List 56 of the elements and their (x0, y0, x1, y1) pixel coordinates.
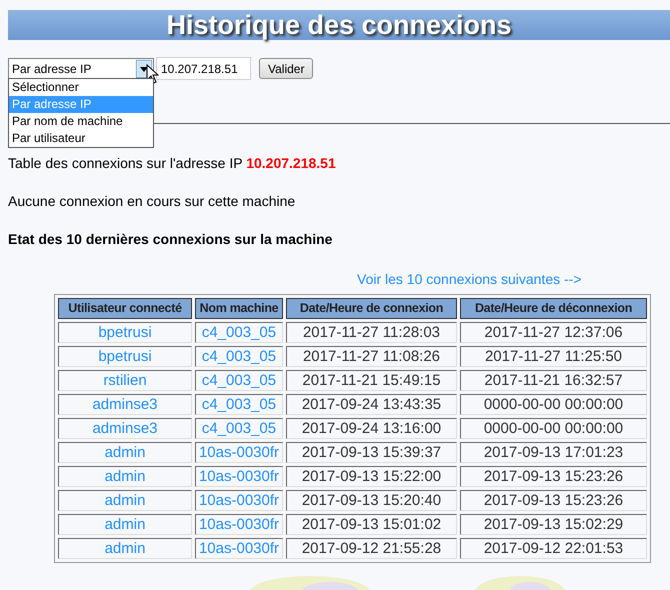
machine-link[interactable]: c4_003_05 (195, 418, 283, 439)
table-cell: 2017-09-24 13:16:00 (286, 418, 457, 439)
user-link[interactable]: admin (58, 490, 192, 511)
summary-text: Table des connexions sur l'adresse IP 10.207.218.51 (8, 154, 337, 173)
table-cell: 2017-09-13 15:22:00 (286, 466, 457, 487)
section-heading: Etat des 10 dernières connexions sur la machine (8, 230, 334, 249)
user-link[interactable]: admin (58, 442, 192, 463)
machine-link[interactable]: 10as-0030fr (195, 538, 283, 559)
dropdown-option[interactable]: Par adresse IP (9, 96, 153, 113)
table-cell: 2017-11-27 11:28:03 (286, 322, 457, 343)
table-cell: 2017-11-27 11:25:50 (460, 346, 647, 367)
table-cell: 0000-00-00 00:00:00 (460, 418, 647, 439)
table-cell: 2017-11-21 15:49:15 (286, 370, 457, 391)
ip-input-field[interactable]: 10.207.218.51 (156, 57, 251, 80)
table-cell: 2017-09-13 15:23:26 (460, 466, 647, 487)
dropdown-option[interactable]: Par utilisateur (9, 130, 153, 147)
table-cell: 2017-09-24 13:43:35 (286, 394, 457, 415)
table-cell: 0000-00-00 00:00:00 (460, 394, 647, 415)
table-cell: 2017-09-13 15:20:40 (286, 490, 457, 511)
table-cell: 2017-09-12 21:55:28 (286, 538, 457, 559)
table-cell: 2017-11-27 12:37:06 (460, 322, 647, 343)
next-connections-link[interactable]: Voir les 10 connexions suivantes --> (357, 271, 582, 287)
user-link[interactable]: admin (58, 514, 192, 535)
dropdown-option[interactable]: Par nom de machine (9, 113, 153, 130)
user-link[interactable]: rstilien (58, 370, 192, 391)
user-link[interactable]: admin (58, 538, 192, 559)
table-cell: 2017-09-13 15:01:02 (286, 514, 457, 535)
column-header: Date/Heure de connexion (286, 298, 457, 319)
machine-link[interactable]: 10as-0030fr (195, 514, 283, 535)
machine-link[interactable]: c4_003_05 (195, 370, 283, 391)
table-cell: 2017-11-21 16:32:57 (460, 370, 647, 391)
dropdown-option[interactable]: Sélectionner (9, 79, 153, 96)
user-link[interactable]: bpetrusi (58, 346, 192, 367)
column-header: Nom machine (195, 298, 283, 319)
table-cell: 2017-11-27 11:08:26 (286, 346, 457, 367)
machine-link[interactable]: 10as-0030fr (195, 490, 283, 511)
machine-link[interactable]: c4_003_05 (195, 394, 283, 415)
column-header: Utilisateur connecté (58, 298, 192, 319)
page-title: Historique des connexions (8, 10, 670, 40)
column-header: Date/Heure de déconnexion (460, 298, 647, 319)
machine-link[interactable]: 10as-0030fr (195, 442, 283, 463)
table-cell: 2017-09-12 22:01:53 (460, 538, 647, 559)
table-cell: 2017-09-13 15:23:26 (460, 490, 647, 511)
search-mode-dropdown[interactable]: Par adresse IP (8, 58, 154, 80)
table-cell: 2017-09-13 17:01:23 (460, 442, 647, 463)
validate-button[interactable]: Valider (259, 58, 314, 79)
user-link[interactable]: admin (58, 466, 192, 487)
machine-link[interactable]: c4_003_05 (195, 346, 283, 367)
table-cell: 2017-09-13 15:02:29 (460, 514, 647, 535)
user-link[interactable]: bpetrusi (58, 322, 192, 343)
user-link[interactable]: adminse3 (58, 418, 192, 439)
machine-link[interactable]: 10as-0030fr (195, 466, 283, 487)
machine-link[interactable]: c4_003_05 (195, 322, 283, 343)
table-cell: 2017-09-13 15:39:37 (286, 442, 457, 463)
status-text: Aucune connexion en cours sur cette machine (8, 192, 296, 211)
user-link[interactable]: adminse3 (58, 394, 192, 415)
